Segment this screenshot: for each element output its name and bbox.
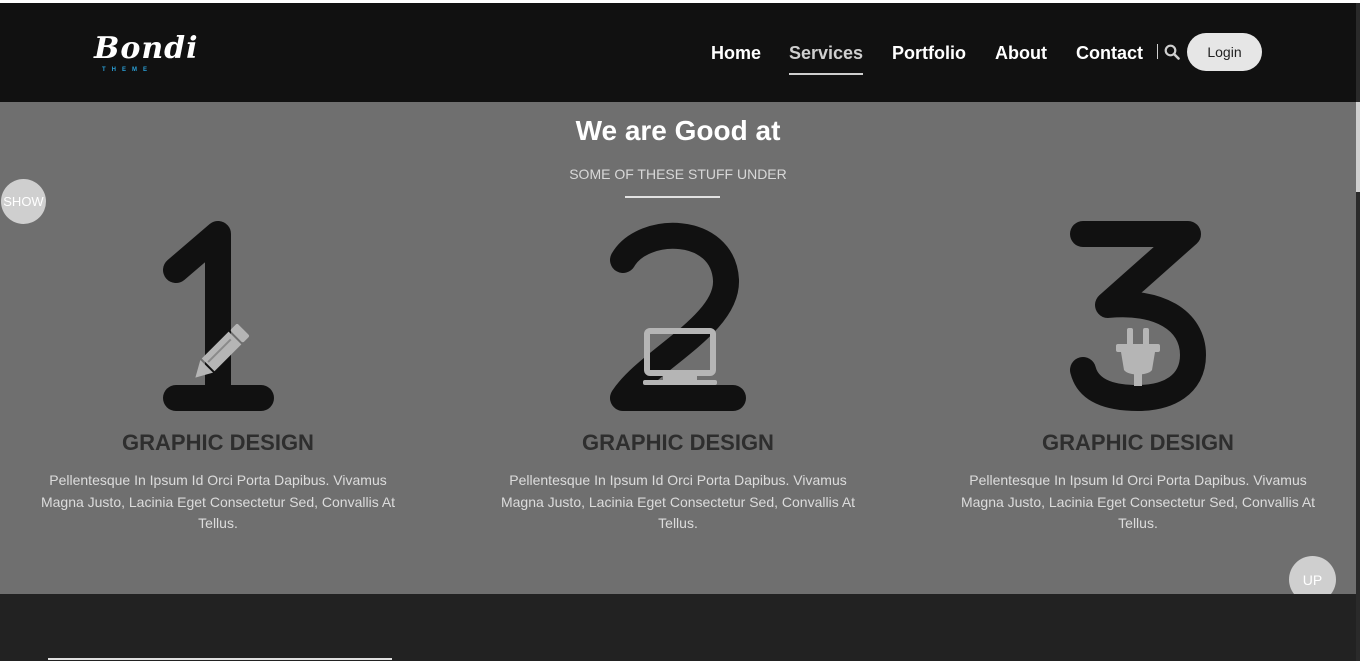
logo-wordmark: Bondi bbox=[94, 31, 199, 66]
service-title: GRAPHIC DESIGN bbox=[1042, 430, 1234, 455]
section-divider bbox=[625, 196, 720, 198]
logo[interactable]: Bondi THEME bbox=[94, 31, 198, 81]
service-card: GRAPHIC DESIGN Pellentesque In Ipsum Id … bbox=[938, 210, 1338, 550]
service-title: GRAPHIC DESIGN bbox=[582, 430, 774, 455]
site-header: Bondi THEME bbox=[0, 3, 1356, 102]
nav-about[interactable]: About bbox=[995, 43, 1047, 64]
active-nav-underline bbox=[789, 73, 863, 75]
footer-divider bbox=[48, 658, 392, 660]
service-description: Pellentesque In Ipsum Id Orci Porta Dapi… bbox=[500, 472, 856, 531]
service-title: GRAPHIC DESIGN bbox=[122, 430, 314, 455]
service-card: GRAPHIC DESIGN Pellentesque In Ipsum Id … bbox=[478, 210, 878, 550]
service-description: Pellentesque In Ipsum Id Orci Porta Dapi… bbox=[40, 472, 396, 531]
nav-home[interactable]: Home bbox=[711, 43, 761, 64]
number-three-graphic bbox=[1070, 221, 1206, 411]
service-card: GRAPHIC DESIGN Pellentesque In Ipsum Id … bbox=[18, 210, 418, 550]
footer bbox=[0, 594, 1356, 661]
section-subtitle: SOME OF THESE STUFF UNDER bbox=[569, 166, 787, 182]
nav-contact[interactable]: Contact bbox=[1076, 43, 1143, 64]
scrollbar-thumb[interactable] bbox=[1356, 102, 1360, 192]
service-description: Pellentesque In Ipsum Id Orci Porta Dapi… bbox=[960, 472, 1316, 531]
number-two-graphic bbox=[610, 222, 746, 411]
nav-services[interactable]: Services bbox=[789, 43, 863, 64]
plug-icon bbox=[1116, 328, 1160, 386]
section-title: We are Good at bbox=[575, 115, 781, 146]
search-icon[interactable] bbox=[1164, 44, 1180, 60]
logo-subtitle: THEME bbox=[102, 67, 153, 73]
nav-divider bbox=[1157, 44, 1158, 59]
number-one-graphic bbox=[163, 221, 274, 411]
nav-portfolio[interactable]: Portfolio bbox=[892, 43, 966, 64]
login-button[interactable]: Login bbox=[1187, 33, 1262, 71]
